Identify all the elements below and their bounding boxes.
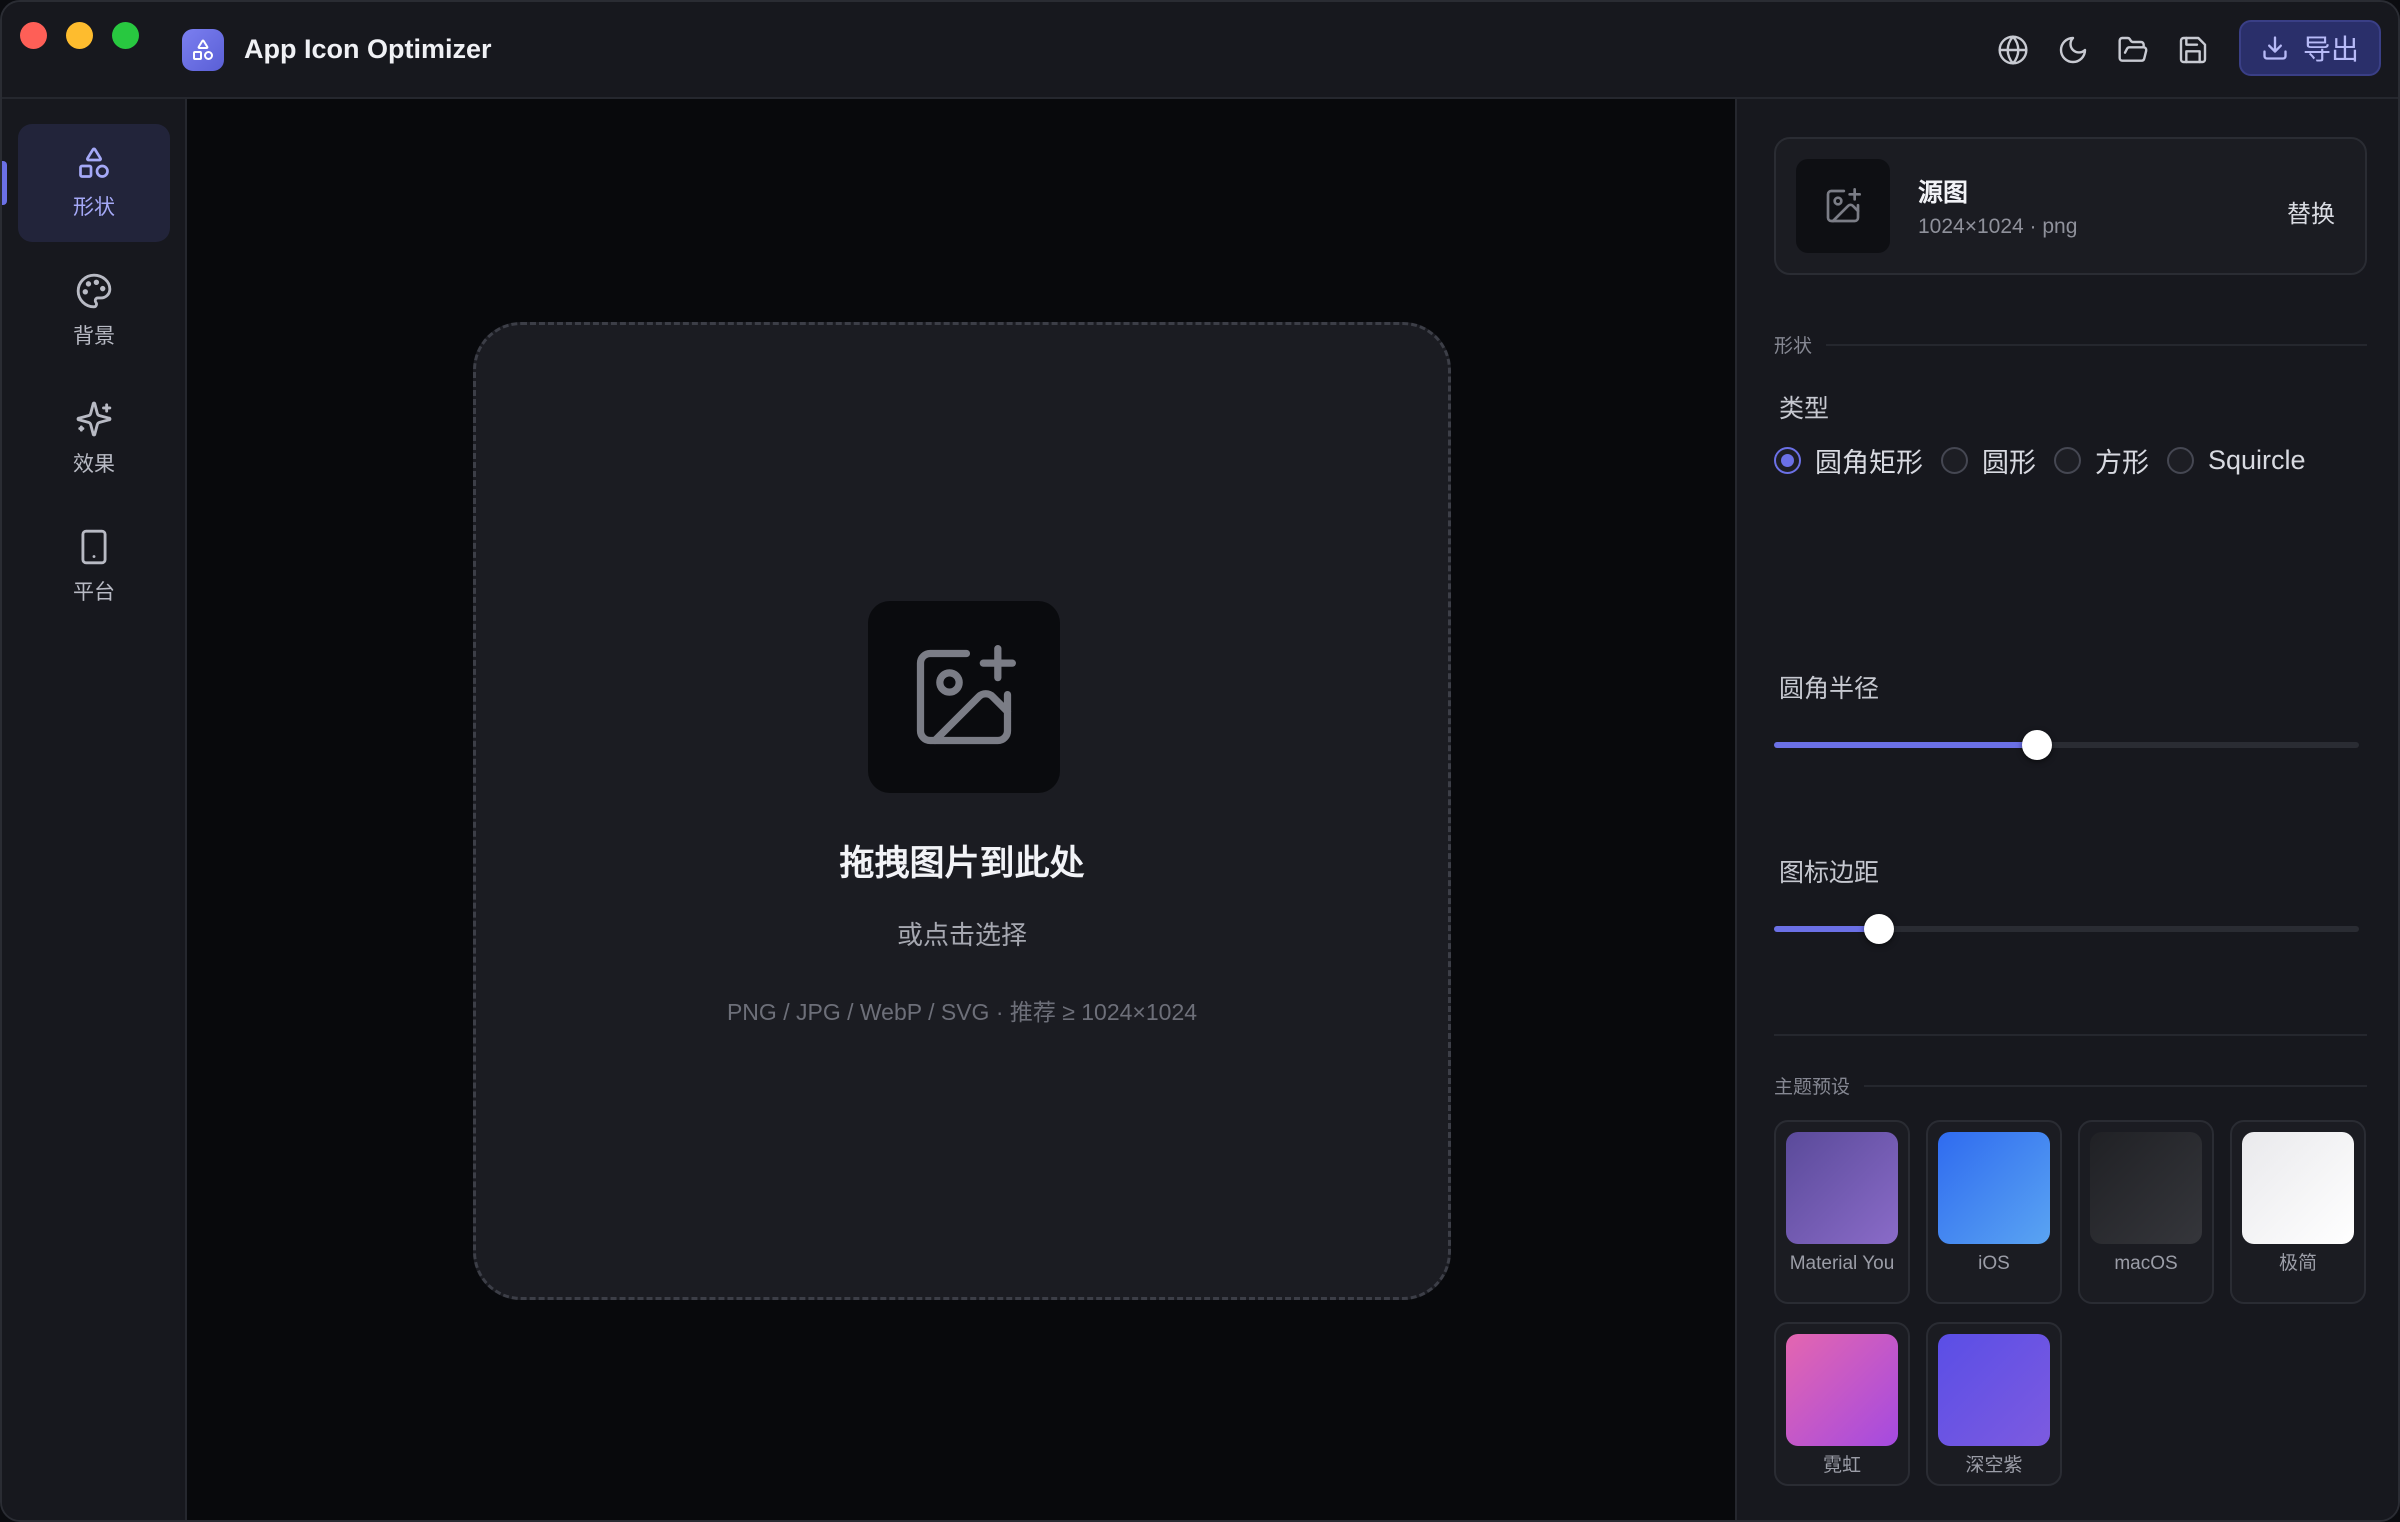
app-logo-icon: [182, 29, 224, 71]
radio-button[interactable]: [1774, 447, 1801, 474]
preset-label: Material You: [1789, 1253, 1895, 1274]
export-label: 导出: [2302, 34, 2359, 65]
preset-label: macOS: [2114, 1253, 2178, 1274]
preset-material-you[interactable]: Material You: [1774, 1120, 1910, 1304]
preset-minimal[interactable]: 极简: [2230, 1120, 2366, 1304]
preset-label: 极简: [2278, 1253, 2317, 1274]
preset-swatch: [1786, 1334, 1898, 1446]
palette-icon: [76, 273, 112, 309]
source-meta: 1024×1024 · png: [1918, 215, 2078, 238]
preset-label: 深空紫: [1965, 1455, 2023, 1476]
smartphone-icon: [81, 529, 107, 565]
radio-label: Squircle: [2208, 445, 2306, 475]
panel-divider: [1774, 1034, 2367, 1036]
replace-button[interactable]: 替换: [2287, 194, 2335, 229]
radio-circle[interactable]: 圆形: [1941, 441, 2036, 480]
radio-label: 圆形: [1982, 448, 2036, 478]
section-divider: [1864, 1084, 2367, 1087]
shapes-icon: [79, 147, 109, 178]
radio-square[interactable]: 方形: [2054, 441, 2149, 480]
sidebar: 形状 背景 效果 平台: [2, 99, 187, 1520]
image-plus-icon: [1796, 159, 1890, 253]
preset-label: iOS: [1978, 1253, 2010, 1274]
radio-label: 圆角矩形: [1815, 448, 1923, 478]
sidebar-active-indicator: [2, 161, 7, 205]
section-divider: [1826, 343, 2367, 346]
sidebar-item-label: 效果: [73, 453, 115, 476]
dropzone-title: 拖拽图片到此处: [839, 844, 1085, 883]
app-title: App Icon Optimizer: [244, 34, 492, 64]
settings-panel: 源图 1024×1024 · png 替换 形状 类型 圆角矩形 圆形 方形 S…: [1735, 99, 2398, 1520]
radio-label: 方形: [2095, 448, 2149, 478]
sparkles-icon: [76, 401, 112, 437]
sidebar-item-label: 形状: [73, 196, 115, 219]
sidebar-item-shape[interactable]: 形状: [18, 124, 170, 242]
preset-neon[interactable]: 霓虹: [1774, 1322, 1910, 1486]
image-dropzone[interactable]: 拖拽图片到此处 或点击选择 PNG / JPG / WebP / SVG · 推…: [473, 322, 1451, 1300]
save-icon[interactable]: [2175, 32, 2211, 68]
corner-radius-slider[interactable]: [1774, 730, 2359, 760]
moon-icon[interactable]: [2055, 32, 2091, 68]
radio-button[interactable]: [2167, 447, 2194, 474]
icon-padding-label: 图标边距: [1779, 859, 1880, 887]
slider-thumb[interactable]: [1864, 914, 1895, 944]
preset-macos[interactable]: macOS: [2078, 1120, 2214, 1304]
title-bar: App Icon Optimizer 导出: [2, 2, 2398, 99]
preset-ios[interactable]: iOS: [1926, 1120, 2062, 1304]
shape-section-header: 形状: [1774, 331, 2367, 358]
icon-padding-slider[interactable]: [1774, 914, 2359, 944]
radio-button[interactable]: [2054, 447, 2081, 474]
slider-fill: [1774, 742, 2038, 748]
preset-swatch: [1786, 1132, 1898, 1244]
section-title: 形状: [1774, 336, 1813, 357]
download-icon: [2263, 36, 2287, 60]
preview-canvas: 拖拽图片到此处 或点击选择 PNG / JPG / WebP / SVG · 推…: [187, 99, 1735, 1520]
globe-icon[interactable]: [1995, 32, 2031, 68]
preset-deep-space-purple[interactable]: 深空紫: [1926, 1322, 2062, 1486]
section-title: 主题预设: [1774, 1077, 1851, 1098]
slider-thumb[interactable]: [2022, 730, 2053, 760]
image-plus-icon: [868, 601, 1060, 793]
source-title: 源图: [1918, 179, 1969, 207]
close-window-button[interactable]: [20, 22, 47, 49]
radio-button[interactable]: [1941, 447, 1968, 474]
preset-swatch: [2242, 1132, 2354, 1244]
shape-type-radio-group: 圆角矩形 圆形 方形 Squircle: [1774, 441, 2324, 480]
minimize-window-button[interactable]: [66, 22, 93, 49]
preset-label: 霓虹: [1822, 1455, 1861, 1476]
export-button[interactable]: 导出: [2239, 20, 2381, 76]
app-window: App Icon Optimizer 导出 形状 背景 效果 平台 拖拽图片到此…: [0, 0, 2400, 1522]
preset-swatch: [1938, 1132, 2050, 1244]
presets-section-header: 主题预设: [1774, 1072, 2367, 1099]
sidebar-item-platform[interactable]: 平台: [18, 508, 170, 626]
zoom-window-button[interactable]: [112, 22, 139, 49]
dropzone-hint: PNG / JPG / WebP / SVG · 推荐 ≥ 1024×1024: [726, 999, 1198, 1025]
radio-rounded-rect[interactable]: 圆角矩形: [1774, 441, 1923, 480]
corner-radius-label: 圆角半径: [1779, 675, 1880, 703]
sidebar-item-label: 背景: [73, 325, 115, 348]
type-label: 类型: [1779, 395, 1830, 423]
preset-swatch: [2090, 1132, 2202, 1244]
preset-swatch: [1938, 1334, 2050, 1446]
radio-squircle[interactable]: Squircle: [2167, 445, 2306, 476]
sidebar-item-effects[interactable]: 效果: [18, 380, 170, 498]
folder-open-icon[interactable]: [2115, 32, 2151, 68]
sidebar-item-background[interactable]: 背景: [18, 252, 170, 370]
dropzone-subtitle[interactable]: 或点击选择: [476, 915, 1448, 952]
source-image-card: 源图 1024×1024 · png 替换: [1774, 137, 2367, 275]
sidebar-item-label: 平台: [73, 581, 115, 604]
